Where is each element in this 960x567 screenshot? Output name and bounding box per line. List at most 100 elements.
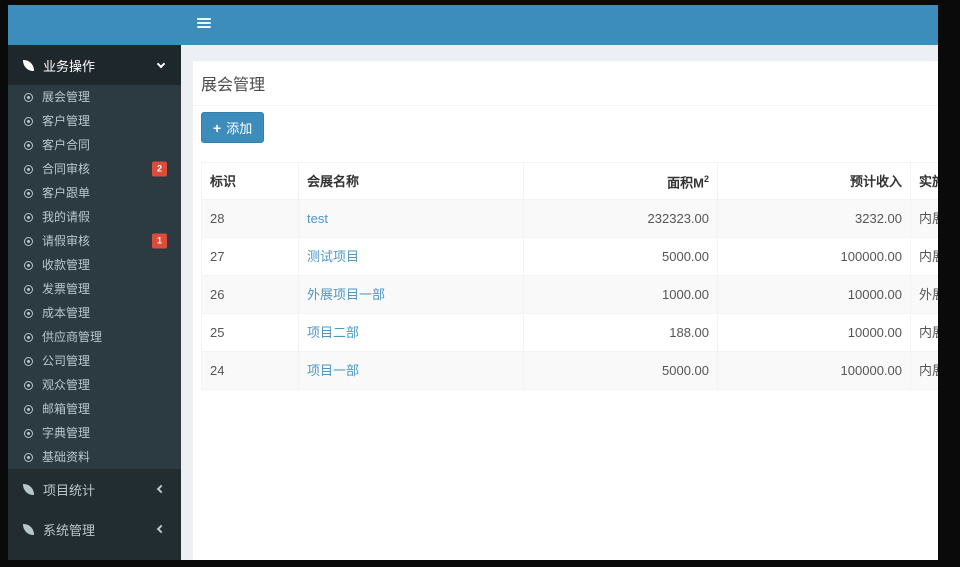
table-row: 27 测试项目 5000.00100000.00内展项目 bbox=[201, 237, 938, 277]
column-header: 预计收入 bbox=[717, 161, 911, 201]
sidebar-item-link[interactable]: 观众管理 bbox=[8, 373, 181, 397]
cell-area: 1000.00 bbox=[523, 275, 718, 315]
dot-circle-icon bbox=[24, 404, 33, 414]
dot-circle-icon bbox=[24, 308, 33, 318]
sidebar-item-link[interactable]: 公司管理 bbox=[8, 349, 181, 373]
cell-name: 项目二部 bbox=[298, 313, 524, 353]
cell-income: 100000.00 bbox=[717, 237, 911, 277]
notification-badge: 1 bbox=[151, 233, 167, 249]
leaf-icon bbox=[23, 59, 34, 71]
cell-name: 项目一部 bbox=[298, 351, 524, 391]
cell-dept: 内展项目 bbox=[910, 351, 938, 391]
sidebar-item: 收款管理 bbox=[8, 253, 181, 277]
sidebar-item-link[interactable]: 客户管理 bbox=[8, 109, 181, 133]
sidebar-item-link[interactable]: 客户跟单 bbox=[8, 181, 181, 205]
sidebar-item: 客户管理 bbox=[8, 109, 181, 133]
sidebar-item-link[interactable]: 成本管理 bbox=[8, 301, 181, 325]
dot-circle-icon bbox=[24, 92, 33, 102]
sidebar-section-system: 系统管理 bbox=[8, 509, 181, 549]
sidebar-section-statistics: 项目统计 bbox=[8, 469, 181, 509]
cell-id: 28 bbox=[201, 199, 299, 239]
sidebar-item: 请假审核 1 bbox=[8, 229, 181, 253]
sidebar-section-label: 系统管理 bbox=[43, 522, 96, 538]
exhibition-name-link[interactable]: 外展项目一部 bbox=[307, 287, 385, 302]
sidebar-item-link[interactable]: 客户合同 bbox=[8, 133, 181, 157]
table-header-row: 标识会展名称面积M2预计收入实施部门 bbox=[201, 161, 938, 201]
table-row: 24 项目一部 5000.00100000.00内展项目 bbox=[201, 351, 938, 391]
sidebar-item-label: 成本管理 bbox=[42, 306, 91, 320]
sidebar-item-label: 公司管理 bbox=[42, 354, 91, 368]
dot-circle-icon bbox=[24, 356, 33, 366]
table-row: 25 项目二部 188.0010000.00内展项目 bbox=[201, 313, 938, 353]
sidebar-item-link[interactable]: 合同审核 2 bbox=[8, 157, 181, 181]
dot-circle-icon bbox=[24, 380, 33, 390]
sidebar-submenu: 展会管理客户管理 客户合同合同审核 2 客户跟单我的请假 请假审核 1 收款管理发票管理成本… bbox=[8, 85, 181, 469]
sidebar-item-label: 合同审核 bbox=[42, 162, 91, 176]
dot-circle-icon bbox=[24, 116, 33, 126]
sidebar-section-label: 项目统计 bbox=[43, 482, 96, 498]
leaf-icon bbox=[23, 483, 34, 495]
column-header: 会展名称 bbox=[298, 161, 524, 201]
sidebar-item-link[interactable]: 字典管理 bbox=[8, 421, 181, 445]
sidebar-item: 成本管理 bbox=[8, 301, 181, 325]
app-logo[interactable] bbox=[8, 5, 181, 45]
content-area: 展会管理 + 添加 标识会展名称面积M2预计收入实施部门 28 test 23232… bbox=[181, 45, 938, 560]
sidebar-item-link[interactable]: 请假审核 1 bbox=[8, 229, 181, 253]
sidebar-item-label: 观众管理 bbox=[42, 378, 91, 392]
dot-circle-icon bbox=[24, 188, 33, 198]
sidebar-item-link[interactable]: 发票管理 bbox=[8, 277, 181, 301]
dot-circle-icon bbox=[24, 140, 33, 150]
cell-name: test bbox=[298, 199, 524, 239]
sidebar-section-toggle[interactable]: 业务操作 bbox=[8, 45, 181, 85]
dot-circle-icon bbox=[24, 212, 33, 222]
leaf-icon bbox=[23, 523, 34, 535]
sidebar-item: 客户合同 bbox=[8, 133, 181, 157]
cell-dept: 内展项目 bbox=[910, 313, 938, 353]
exhibition-name-link[interactable]: 项目一部 bbox=[307, 363, 359, 378]
sidebar-item: 供应商管理 bbox=[8, 325, 181, 349]
cell-dept: 内展项目 bbox=[910, 237, 938, 277]
sidebar-menu: 业务操作 展会管理客户管理 客户合同合同审核 2 客户跟单我的请假 请假审核 1 收款管理发… bbox=[8, 45, 181, 549]
exhibition-name-link[interactable]: test bbox=[307, 211, 328, 226]
cell-dept: 外展项目 bbox=[910, 275, 938, 315]
sidebar-item-label: 基础资料 bbox=[42, 450, 91, 464]
hamburger-icon bbox=[197, 18, 211, 20]
cell-area: 232323.00 bbox=[523, 199, 718, 239]
exhibition-name-link[interactable]: 测试项目 bbox=[307, 249, 359, 264]
cell-income: 10000.00 bbox=[717, 275, 911, 315]
sidebar-section-toggle[interactable]: 项目统计 bbox=[8, 469, 181, 509]
sidebar-item-link[interactable]: 展会管理 bbox=[8, 85, 181, 109]
content-panel: 展会管理 + 添加 标识会展名称面积M2预计收入实施部门 28 test 23232… bbox=[193, 60, 938, 560]
sidebar-item-link[interactable]: 基础资料 bbox=[8, 445, 181, 469]
sidebar-item-label: 客户跟单 bbox=[42, 186, 91, 200]
sidebar-item: 发票管理 bbox=[8, 277, 181, 301]
screen-bezel: 业务操作 展会管理客户管理 客户合同合同审核 2 客户跟单我的请假 请假审核 1 收款管理发… bbox=[0, 0, 960, 567]
sidebar-item: 基础资料 bbox=[8, 445, 181, 469]
column-header: 面积M2 bbox=[523, 161, 718, 201]
cell-area: 5000.00 bbox=[523, 237, 718, 277]
cell-income: 3232.00 bbox=[717, 199, 911, 239]
panel-body: + 添加 标识会展名称面积M2预计收入实施部门 28 test 232323.003… bbox=[193, 106, 938, 391]
sidebar-item-link[interactable]: 邮箱管理 bbox=[8, 397, 181, 421]
sidebar-section-business: 业务操作 展会管理客户管理 客户合同合同审核 2 客户跟单我的请假 请假审核 1 收款管理发… bbox=[8, 45, 181, 469]
cell-income: 10000.00 bbox=[717, 313, 911, 353]
sidebar: 业务操作 展会管理客户管理 客户合同合同审核 2 客户跟单我的请假 请假审核 1 收款管理发… bbox=[8, 5, 181, 560]
sidebar-item-label: 展会管理 bbox=[42, 90, 91, 104]
exhibition-name-link[interactable]: 项目二部 bbox=[307, 325, 359, 340]
cell-id: 27 bbox=[201, 237, 299, 277]
sidebar-toggle-button[interactable] bbox=[197, 18, 211, 30]
sidebar-item-link[interactable]: 供应商管理 bbox=[8, 325, 181, 349]
column-header: 标识 bbox=[201, 161, 299, 201]
dot-circle-icon bbox=[24, 164, 33, 174]
sidebar-item-link[interactable]: 我的请假 bbox=[8, 205, 181, 229]
dot-circle-icon bbox=[24, 452, 33, 462]
notification-badge: 2 bbox=[151, 161, 167, 177]
sidebar-item: 公司管理 bbox=[8, 349, 181, 373]
sidebar-item-label: 收款管理 bbox=[42, 258, 91, 272]
cell-dept: 内展项目 bbox=[910, 199, 938, 239]
add-button[interactable]: + 添加 bbox=[201, 112, 265, 143]
exhibition-table: 标识会展名称面积M2预计收入实施部门 28 test 232323.003232.0… bbox=[201, 161, 938, 391]
sidebar-item-link[interactable]: 收款管理 bbox=[8, 253, 181, 277]
sidebar-item: 邮箱管理 bbox=[8, 397, 181, 421]
sidebar-section-toggle[interactable]: 系统管理 bbox=[8, 509, 181, 549]
